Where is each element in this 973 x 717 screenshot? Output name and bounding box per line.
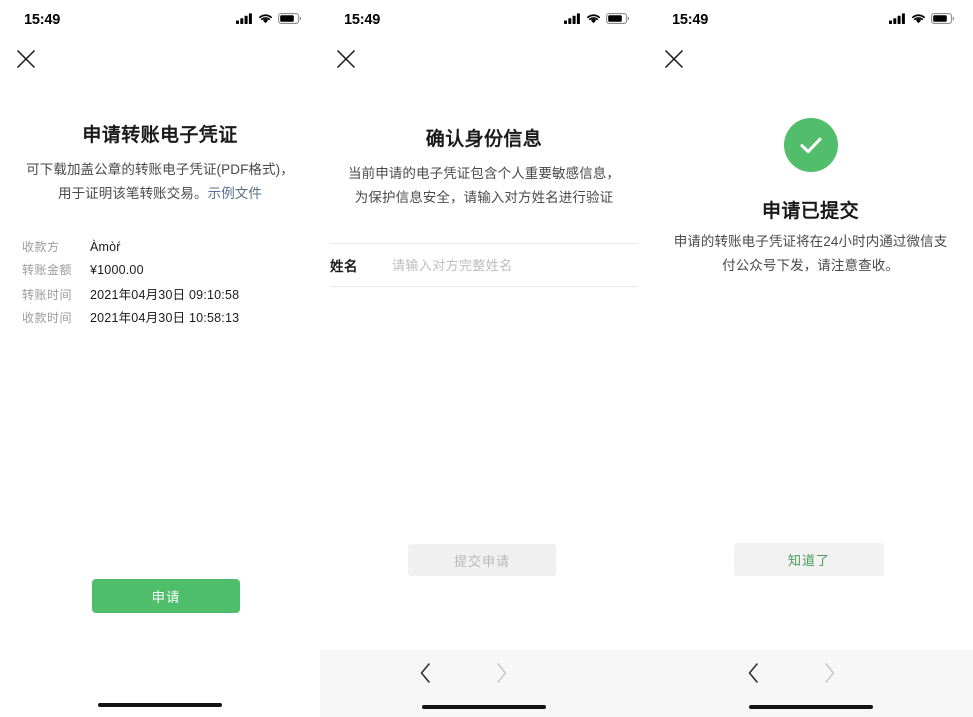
panel-confirm-identity: 15:49 确认身份信息 当前申请的电子凭证包含个人重要敏感信息， 为保护信息安… xyxy=(320,0,648,717)
page-title: 申请已提交 xyxy=(761,201,859,222)
browser-nav-group xyxy=(740,660,842,686)
detail-value: ¥1000.00 xyxy=(90,263,144,277)
page-title: 申请转账电子凭证 xyxy=(82,125,238,146)
detail-label: 收款时间 xyxy=(22,311,73,325)
page-description: 当前申请的电子凭证包含个人重要敏感信息， 为保护信息安全，请输入对方姓名进行验证 xyxy=(328,162,640,209)
page-description-line2: 为保护信息安全，请输入对方姓名进行验证 xyxy=(354,189,614,205)
browser-nav-bar xyxy=(320,650,648,717)
name-field-label: 姓名 xyxy=(330,259,358,274)
screenshot-stage: 15:49 申请转账电子凭证 可下载加盖公章的转账电子凭证(PDF格式)， 用于… xyxy=(0,0,973,717)
page-description-line2: 用于证明该笔转账交易。 xyxy=(57,185,208,201)
page-description-line1: 可下载加盖公章的转账电子凭证(PDF格式)， xyxy=(26,162,294,177)
detail-value: 2021年04月30日 09:10:58 xyxy=(90,288,240,302)
table-row: 转账时间 2021年04月30日 09:10:58 xyxy=(22,284,298,307)
page-description: 可下载加盖公章的转账电子凭证(PDF格式)， 用于证明该笔转账交易。示例文件 xyxy=(22,158,298,205)
chevron-left-icon[interactable] xyxy=(412,660,438,686)
page-description-line1: 申请的转账电子凭证将在24小时内通过微信支 xyxy=(673,234,948,249)
panel-submitted-success: 15:49 申请已提交 申请的转账电子凭证将在24小时内通过微信支 付公众号下发… xyxy=(648,0,973,717)
sample-file-link[interactable]: 示例文件 xyxy=(208,186,262,201)
panel3-content: 申请已提交 申请的转账电子凭证将在24小时内通过微信支 付公众号下发，请注意查收… xyxy=(648,0,973,717)
home-indicator xyxy=(422,705,546,709)
apply-button[interactable]: 申请 xyxy=(92,579,240,613)
transfer-detail-list: 收款方 Àmòŕ 转账金额 ¥1000.00 转账时间 2021年04月30日 … xyxy=(22,238,298,330)
detail-value: Àmòŕ xyxy=(90,240,121,254)
name-field-row: 姓名 xyxy=(330,243,638,287)
panel2-content: 确认身份信息 当前申请的电子凭证包含个人重要敏感信息， 为保护信息安全，请输入对… xyxy=(320,0,648,717)
name-input[interactable] xyxy=(392,257,638,273)
panel-apply-receipt: 15:49 申请转账电子凭证 可下载加盖公章的转账电子凭证(PDF格式)， 用于… xyxy=(0,0,320,717)
chevron-right-icon xyxy=(816,660,842,686)
detail-value: 2021年04月30日 10:58:13 xyxy=(90,311,240,325)
panel1-content: 申请转账电子凭证 可下载加盖公章的转账电子凭证(PDF格式)， 用于证明该笔转账… xyxy=(0,0,320,717)
browser-nav-group xyxy=(412,660,514,686)
detail-label: 收款方 xyxy=(22,240,60,254)
table-row: 转账金额 ¥1000.00 xyxy=(22,261,298,284)
page-description-line2: 付公众号下发，请注意查收。 xyxy=(722,257,899,273)
detail-label: 转账时间 xyxy=(22,288,73,302)
page-description: 申请的转账电子凭证将在24小时内通过微信支 付公众号下发，请注意查收。 xyxy=(652,230,969,277)
home-indicator xyxy=(748,705,873,709)
chevron-left-icon[interactable] xyxy=(740,660,766,686)
browser-nav-bar xyxy=(648,650,973,717)
table-row: 收款时间 2021年04月30日 10:58:13 xyxy=(22,307,298,330)
acknowledge-button[interactable]: 知道了 xyxy=(734,543,884,576)
submit-application-button[interactable]: 提交申请 xyxy=(408,544,556,576)
chevron-right-icon xyxy=(488,660,514,686)
check-circle-icon xyxy=(783,118,838,172)
home-indicator xyxy=(98,703,222,707)
page-description-line1: 当前申请的电子凭证包含个人重要敏感信息， xyxy=(348,166,620,181)
table-row: 收款方 Àmòŕ xyxy=(22,238,298,261)
page-title: 确认身份信息 xyxy=(425,129,543,150)
detail-label: 转账金额 xyxy=(22,263,73,277)
